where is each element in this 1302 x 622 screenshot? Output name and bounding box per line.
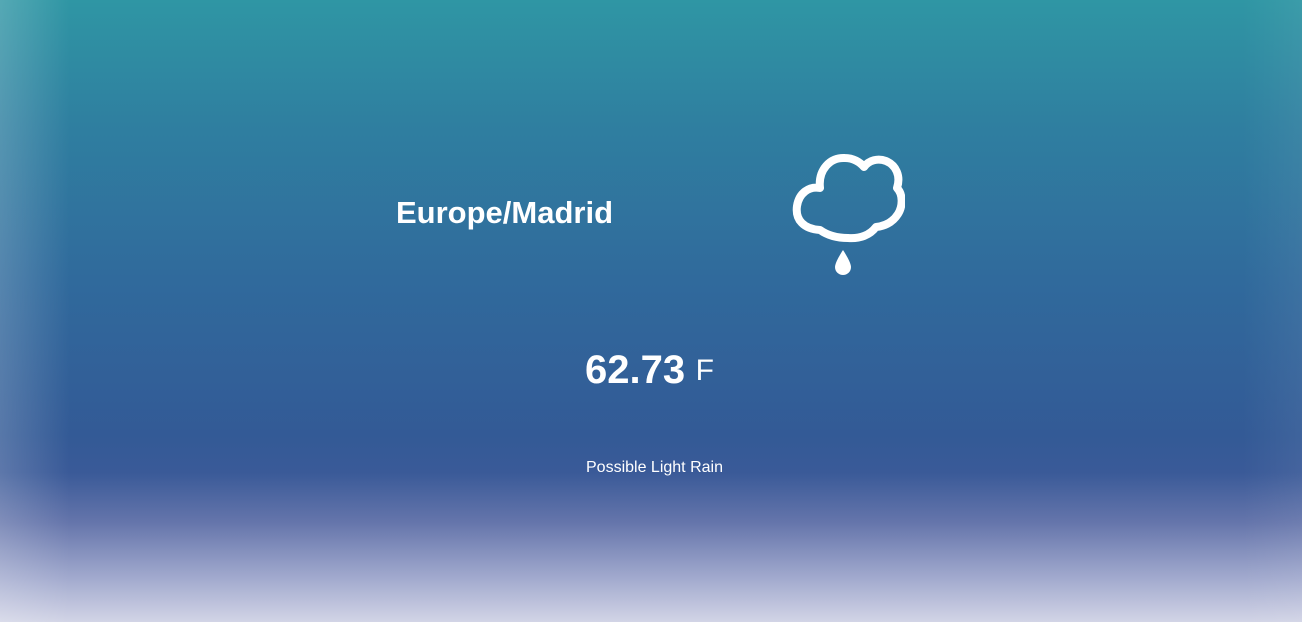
background-haze-right bbox=[1242, 0, 1302, 622]
temperature-unit: F bbox=[695, 354, 714, 387]
cloud-rain-drop-icon bbox=[790, 150, 906, 278]
background-haze-left bbox=[0, 0, 70, 622]
temperature-value: 62.73 bbox=[585, 348, 686, 392]
location-timezone: Europe/Madrid bbox=[396, 195, 614, 230]
temperature-display: 62.73 F bbox=[585, 345, 714, 404]
weather-summary: Possible Light Rain bbox=[586, 459, 723, 476]
